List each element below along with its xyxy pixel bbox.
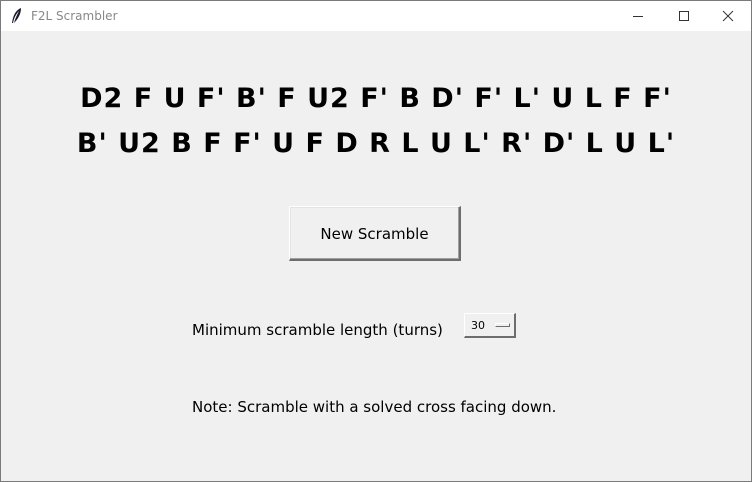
feather-icon (10, 7, 24, 25)
maximize-icon (678, 7, 690, 26)
min-length-select[interactable]: 30 (464, 313, 516, 338)
close-icon (722, 7, 734, 26)
min-length-value: 30 (471, 319, 485, 332)
note-text: Note: Scramble with a solved cross facin… (192, 398, 557, 416)
window-title: F2L Scrambler (31, 9, 118, 23)
title-bar[interactable]: F2L Scrambler (1, 1, 751, 31)
maximize-button[interactable] (661, 1, 707, 31)
scramble-line-1: D2 F U F' B' F U2 F' B D' F' L' U L F F' (80, 83, 672, 114)
scramble-line-2: B' U2 B F F' U F D R L U L' R' D' L U L' (76, 128, 676, 159)
min-length-label: Minimum scramble length (turns) (192, 321, 443, 339)
close-button[interactable] (705, 1, 751, 31)
new-scramble-label: New Scramble (320, 225, 429, 243)
minimize-icon (632, 7, 644, 26)
minimize-button[interactable] (615, 1, 661, 31)
app-window: F2L Scrambler D2 F U F' B' F U2 F' B D' … (0, 0, 752, 482)
option-indicator-icon (495, 323, 510, 327)
new-scramble-button[interactable]: New Scramble (289, 206, 461, 261)
